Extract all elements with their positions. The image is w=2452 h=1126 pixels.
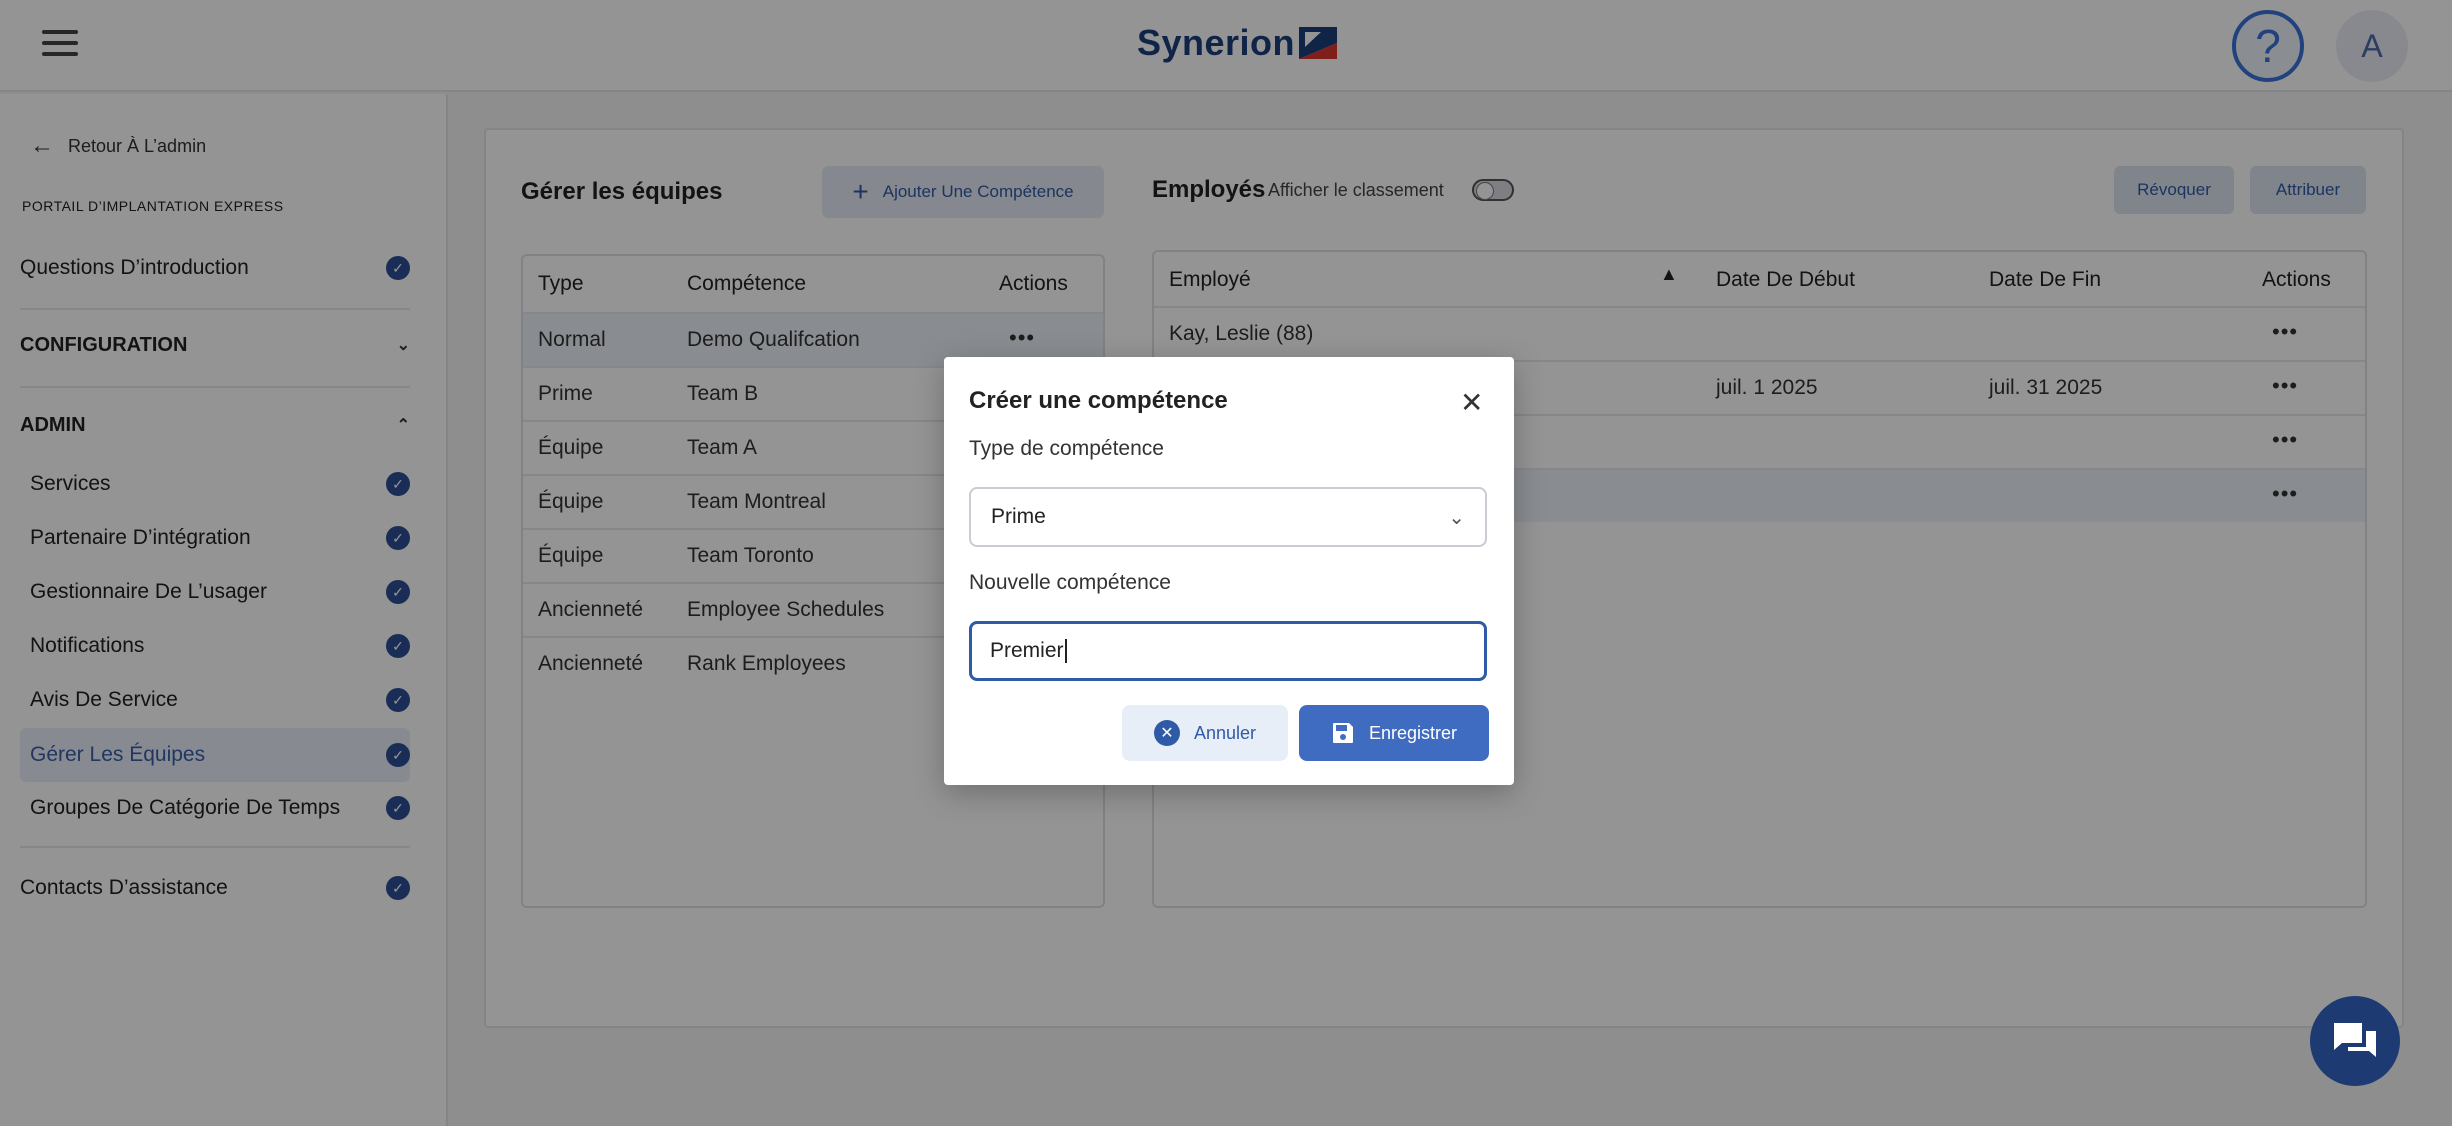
close-icon[interactable]: ✕	[1460, 389, 1483, 417]
text-cursor	[1064, 639, 1067, 663]
new-skill-label: Nouvelle compétence	[969, 571, 1171, 594]
chat-icon	[2334, 1023, 2376, 1057]
dialog-title: Créer une compétence	[969, 387, 1228, 414]
create-skill-dialog: Créer une compétence ✕ Type de compétenc…	[944, 357, 1514, 785]
skill-type-label: Type de compétence	[969, 437, 1164, 460]
chevron-down-icon: ⌄	[1448, 506, 1465, 529]
skill-type-select[interactable]: Prime ⌄	[969, 487, 1487, 547]
cancel-button[interactable]: ✕ Annuler	[1122, 705, 1288, 761]
cancel-circle-icon: ✕	[1153, 720, 1180, 746]
chat-button[interactable]	[2310, 996, 2400, 1086]
new-skill-input[interactable]: Premier	[969, 621, 1487, 681]
save-button[interactable]: Enregistrer	[1299, 705, 1489, 761]
save-disk-icon	[1332, 723, 1353, 743]
